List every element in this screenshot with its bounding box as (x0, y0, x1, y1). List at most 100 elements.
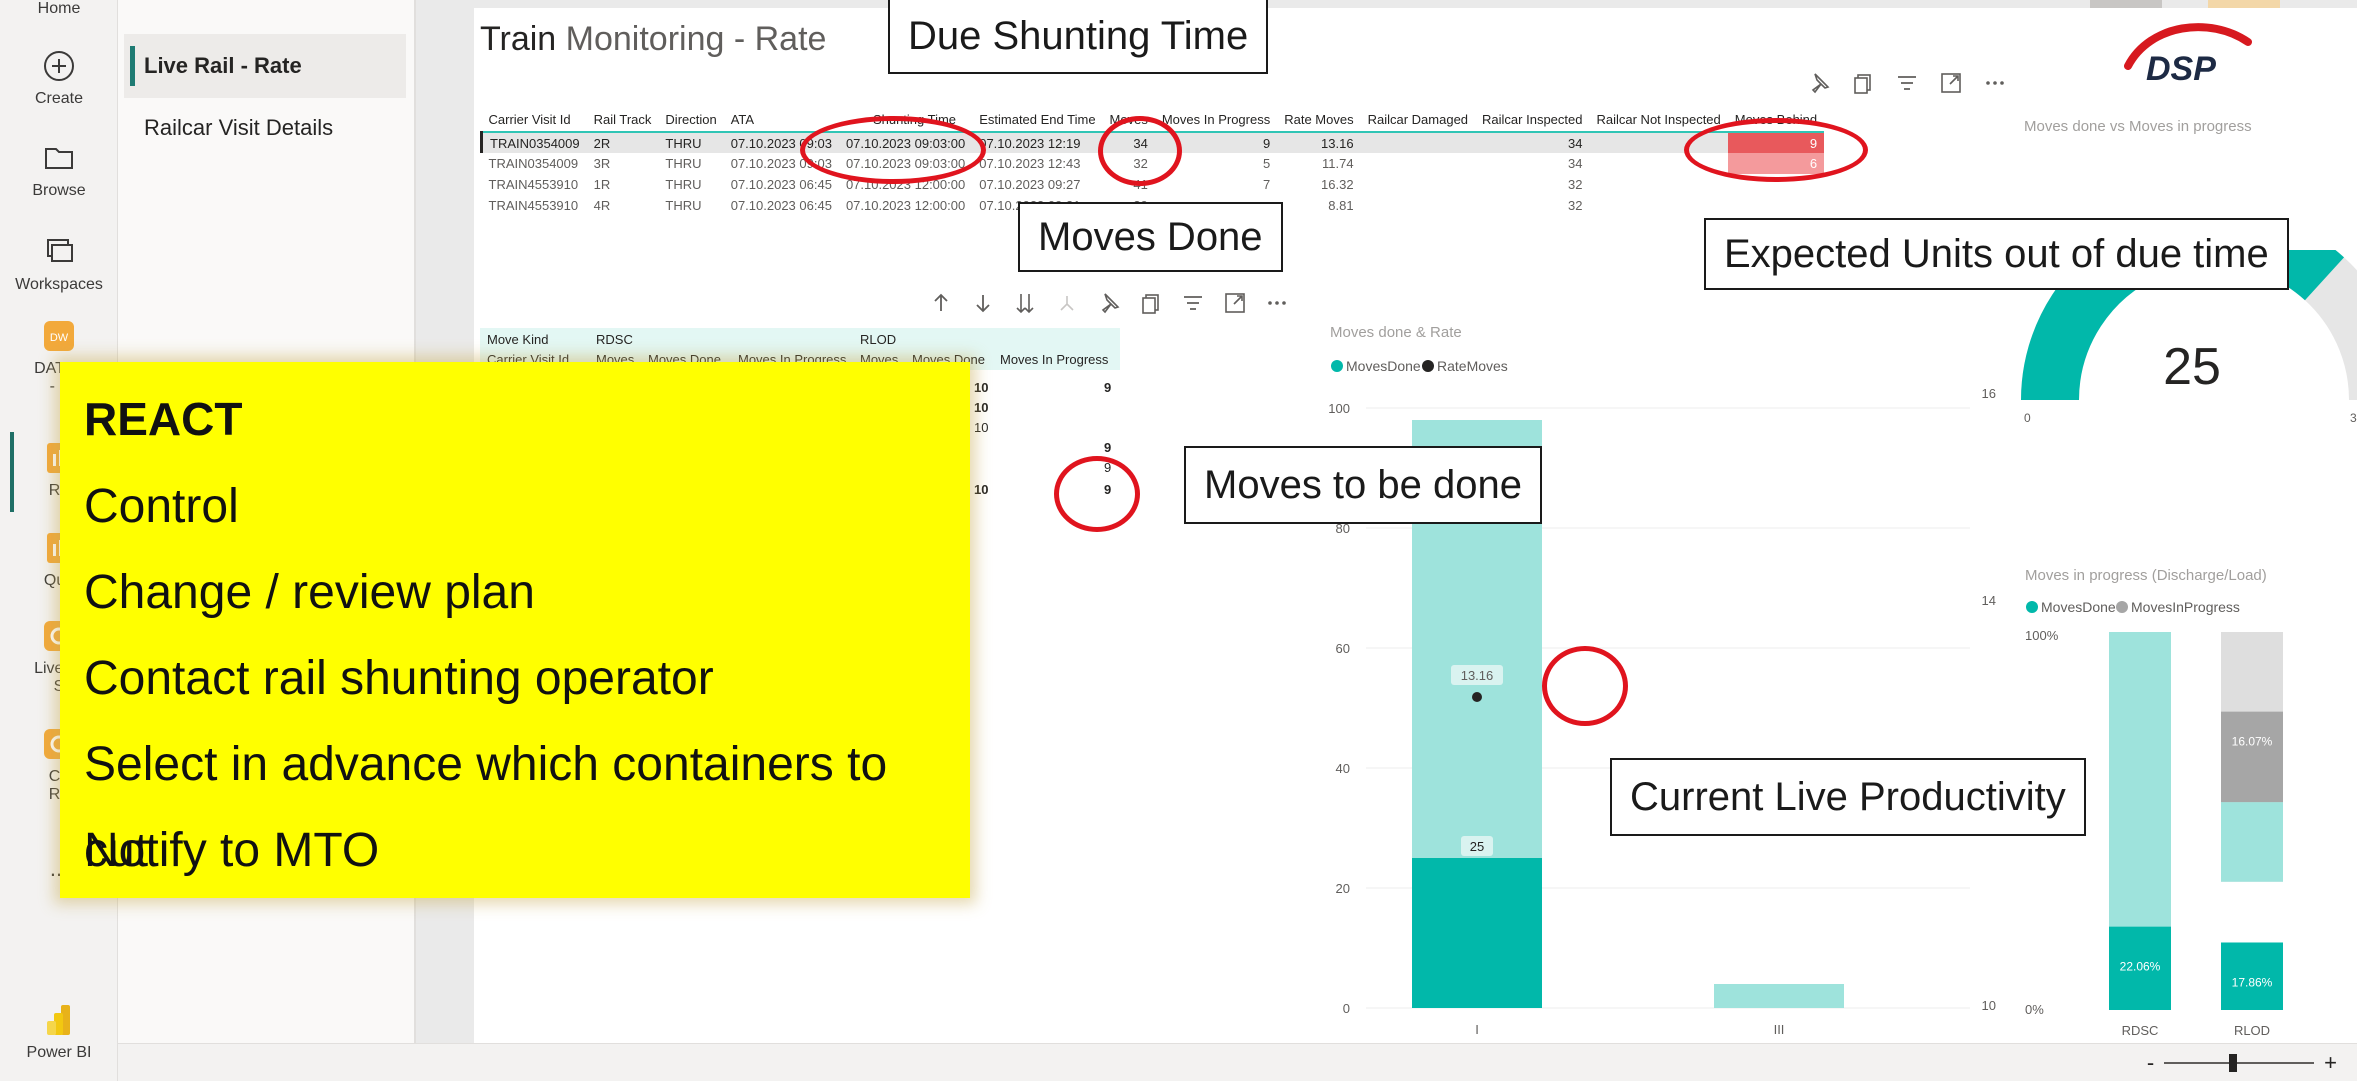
y-tick-label: 100 (1328, 401, 1350, 416)
matrix-toolbar (928, 290, 1290, 316)
dsp-logo-text: DSP (2146, 50, 2216, 86)
matrix-column-header[interactable]: Moves In Progress (1000, 352, 1108, 367)
nav-workspaces[interactable]: Workspaces (0, 234, 118, 294)
callout-text: Expected Units out of due time (1724, 231, 2269, 276)
x-tick-label: I (1475, 1022, 1479, 1037)
pin-icon[interactable] (1096, 290, 1122, 316)
table-cell: 07.10.2023 09:27 (979, 177, 1081, 192)
react-note: REACT Control Change / review plan Conta… (60, 362, 970, 898)
gauge-max-label: 34 (2350, 411, 2357, 425)
table-cell: 7 (1262, 177, 1271, 192)
bar-moves-done (1412, 858, 1542, 1008)
more-options-icon[interactable] (1982, 70, 2008, 96)
expand-all-icon[interactable] (1012, 290, 1038, 316)
column-header[interactable]: Rate Moves (1277, 108, 1360, 132)
table-cell: TRAIN0354009 (479, 132, 587, 153)
column-header[interactable]: Moves In Progress (1155, 108, 1277, 132)
table-cell: 3R (593, 156, 611, 171)
table-cell: THRU (665, 156, 702, 171)
matrix-column-group[interactable]: RLOD (860, 332, 896, 347)
report-title-bold: Train (480, 20, 557, 58)
drill-up-icon[interactable] (928, 290, 954, 316)
filter-icon[interactable] (1894, 70, 1920, 96)
page-tab-live-rail-rate[interactable]: Live Rail - Rate (124, 34, 406, 98)
data-label: 25 (1470, 839, 1484, 854)
table-cell: 32 (1568, 177, 1583, 192)
column-header[interactable]: Carrier Visit Id (482, 108, 587, 132)
legend-label-movesdone: MovesDone (1346, 358, 1421, 374)
highlight-ring-moves-behind (1684, 118, 1868, 182)
table-cell: THRU (665, 135, 702, 151)
more-options-icon[interactable] (1264, 290, 1290, 316)
gauge-value: 25 (2163, 338, 2221, 396)
zoom-slider-track[interactable] (2164, 1054, 2315, 1072)
moves-done-rate-chart: Moves done & Rate MovesDone RateMoves 0 2… (1328, 324, 1996, 1037)
table-cell: 13.16 (1321, 135, 1354, 151)
matrix-value: 9 (1104, 440, 1112, 455)
right-axis-label: 16 (1982, 386, 1996, 401)
column-header[interactable]: Railcar Damaged (1361, 108, 1475, 132)
copy-icon[interactable] (1850, 70, 1876, 96)
react-note-line: Contact rail shunting operator (84, 652, 714, 705)
drill-down-icon[interactable] (970, 290, 996, 316)
table-cell: THRU (665, 177, 702, 192)
column-header[interactable]: Direction (658, 108, 723, 132)
table-cell: 1R (593, 177, 611, 192)
highlight-ring-moves (1098, 116, 1182, 186)
zoom-out-button[interactable]: - (2147, 1050, 2154, 1076)
rate-chart-title: Moves done & Rate (1330, 324, 1462, 341)
filter-icon[interactable] (1180, 290, 1206, 316)
pin-icon[interactable] (1806, 70, 1832, 96)
callout-text: Current Live Productivity (1630, 774, 2066, 819)
y-tick-label: 40 (1336, 761, 1350, 776)
nav-create-label: Create (34, 90, 84, 107)
focus-mode-icon[interactable] (1222, 290, 1248, 316)
table-cell: 34 (1568, 135, 1583, 151)
callout-moves-to-be-done: Moves to be done (1184, 446, 1542, 524)
table-cell (1361, 153, 1475, 174)
copy-icon[interactable] (1138, 290, 1164, 316)
nav-create[interactable]: Create (0, 48, 118, 108)
column-header[interactable]: Railcar Inspected (1475, 108, 1589, 132)
column-header[interactable]: Estimated End Time (972, 108, 1102, 132)
table-cell: 32 (1568, 198, 1583, 213)
nav-powerbi[interactable]: Power BI (0, 1002, 118, 1062)
legend-label-ratemoves: RateMoves (1437, 358, 1508, 374)
nav-home[interactable]: Home (0, 0, 118, 18)
y-tick-label: 0 (1343, 1001, 1350, 1016)
column-header[interactable]: Rail Track (587, 108, 659, 132)
table-cell: 34 (1568, 156, 1583, 171)
nav-browse[interactable]: Browse (0, 140, 118, 200)
expand-hierarchy-icon[interactable] (1054, 290, 1080, 316)
react-note-line: Change / review plan (84, 566, 535, 619)
callout-live-productivity: Current Live Productivity (1610, 758, 2086, 836)
zoom-slider-thumb[interactable] (2229, 1054, 2238, 1072)
rate-data-label: 13.16 (1461, 668, 1494, 683)
bar-moves-in-progress (2221, 711, 2283, 803)
trains-table-toolbar (1806, 70, 2008, 96)
react-note-line: Select in advance which containers to cu… (84, 738, 888, 877)
svg-text:DW: DW (50, 332, 69, 344)
focus-mode-icon[interactable] (1938, 70, 1964, 96)
table-cell: 07.10.2023 12:43 (979, 156, 1081, 171)
zoom-control: - + (2147, 1050, 2337, 1076)
powerbi-logo-icon (47, 1005, 70, 1035)
bar-remaining (1714, 984, 1844, 1008)
matrix-value: 10 (974, 400, 989, 415)
table-cell (1361, 174, 1475, 195)
zoom-in-button[interactable]: + (2324, 1050, 2337, 1076)
nav-browse-label: Browse (32, 182, 86, 199)
page-tab-railcar-visit-details[interactable]: Railcar Visit Details (124, 96, 406, 160)
table-cell: 07.10.2023 12:19 (979, 135, 1081, 151)
nav-workspaces-label: Workspaces (15, 276, 103, 293)
nav-home-label: Home (37, 0, 81, 17)
dsp-logo: DSP (2124, 23, 2252, 86)
gauge-min-label: 0 (2024, 411, 2031, 425)
data-label: 17.86% (2232, 975, 2273, 989)
bar-remaining (2109, 632, 2171, 927)
table-cell: 07.10.2023 12:00:00 (845, 198, 966, 213)
matrix-value: 10 (974, 482, 989, 497)
matrix-value: 10 (974, 380, 989, 395)
matrix-value: 10 (974, 420, 989, 435)
matrix-column-group[interactable]: RDSC (596, 332, 633, 347)
